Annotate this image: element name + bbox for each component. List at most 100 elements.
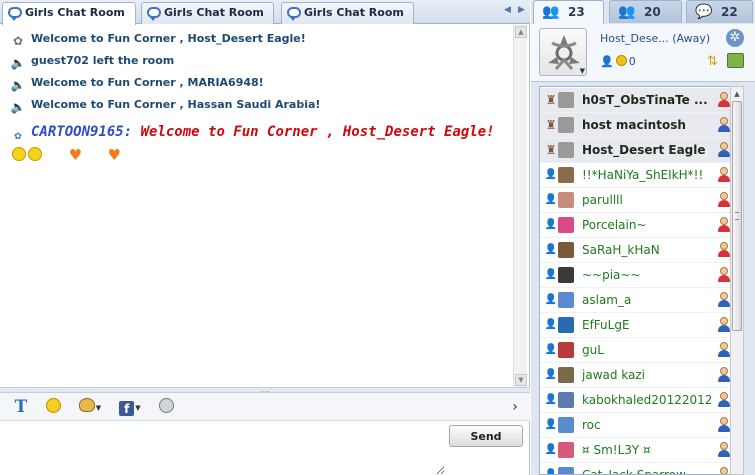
user-avatar[interactable] <box>558 392 574 408</box>
male-user-icon <box>717 117 731 133</box>
theme-button[interactable]: ▼ <box>76 397 104 417</box>
scroll-up-icon[interactable]: ▲ <box>515 26 527 38</box>
user-list: ♜ h0sT_ObsTinaTe ... ♜ host macintosh ♜ Host_… <box>539 86 738 475</box>
user-avatar[interactable] <box>558 242 574 258</box>
user-name: roc <box>582 418 601 432</box>
host-emblem-icon <box>548 35 580 70</box>
scroll-down-icon[interactable]: ▼ <box>515 374 527 386</box>
heart-icon: ♥ <box>108 145 120 166</box>
user-avatar[interactable] <box>558 217 574 233</box>
user-name: EfFuLgE <box>582 318 630 332</box>
user-icon: 👤 <box>544 194 558 205</box>
user-avatar[interactable] <box>558 167 574 183</box>
user-avatar[interactable] <box>558 267 574 283</box>
tab-scroll-right-icon[interactable]: ▶ <box>518 0 525 20</box>
avatar[interactable]: ▼ <box>539 28 587 76</box>
user-name: Cat_Jack Sparrow <box>582 468 686 475</box>
user-avatar[interactable] <box>558 442 574 458</box>
user-list-item[interactable]: 👤 !!*HaNiYa_ShEIkH*!! <box>540 163 737 188</box>
chat-bubble-icon <box>147 7 161 21</box>
system-message-text: guest702 left the room <box>31 54 175 67</box>
male-user-icon <box>717 292 731 308</box>
user-list-item[interactable]: ♜ host macintosh <box>540 113 737 138</box>
user-list-item[interactable]: 👤 EfFuLgE <box>540 313 737 338</box>
user-list-item[interactable]: 👤 jawad kazi <box>540 363 737 388</box>
user-list-item[interactable]: 👤 kabokhaled20122012 <box>540 388 737 413</box>
coin-icon <box>615 55 627 66</box>
user-avatar[interactable] <box>558 192 574 208</box>
message-scrollbar[interactable]: ▲ ▼ <box>513 25 527 387</box>
room-tab-2[interactable]: Girls Chat Room <box>141 2 274 24</box>
room-tab-label: Girls Chat Room <box>164 6 264 19</box>
user-name: guL <box>582 343 604 357</box>
user-list-item[interactable]: ♜ Host_Desert Eagle <box>540 138 737 163</box>
male-user-icon <box>717 442 731 458</box>
moderator-icon: ♜ <box>545 93 557 107</box>
user-list-item[interactable]: 👤 ¤ Sm!L3Y ¤ <box>540 438 737 463</box>
send-button[interactable]: Send <box>449 425 523 447</box>
chat-panel: Girls Chat Room Girls Chat Room Girls Ch… <box>0 0 530 475</box>
gear-icon[interactable]: ✲ <box>726 29 744 47</box>
user-icon: 👤 <box>544 319 558 330</box>
tab-room-users[interactable]: 👥 23 <box>533 0 604 24</box>
user-name: kabokhaled20122012 <box>582 393 713 407</box>
system-message: 🔈 Welcome to Fun Corner , Hassan Saudi Ar… <box>10 98 321 114</box>
female-user-icon <box>717 217 731 233</box>
room-tab-label: Girls Chat Room <box>304 6 404 19</box>
tab-private-chats[interactable]: 💬 22 <box>686 0 753 23</box>
user-name: aslam_a <box>582 293 632 307</box>
user-status-icon: ✿ <box>14 128 22 142</box>
user-avatar[interactable] <box>558 342 574 358</box>
host-icon: ✿ <box>12 34 24 48</box>
scroll-up-icon[interactable]: ▲ <box>732 88 742 100</box>
chevron-down-icon: ▼ <box>95 404 102 412</box>
emoticon-button[interactable] <box>44 397 62 417</box>
user-list-item[interactable]: ♜ h0sT_ObsTinaTe ... <box>540 88 737 113</box>
user-avatar[interactable] <box>558 467 574 474</box>
user-list-item[interactable]: 👤 Porcelain~ <box>540 213 737 238</box>
chat-username[interactable]: CARTOON9165: <box>31 124 132 140</box>
user-avatar[interactable] <box>558 142 574 158</box>
tab-friends[interactable]: 👥 20 <box>609 0 682 23</box>
user-name: parullll <box>582 193 623 207</box>
message-input[interactable] <box>0 422 445 475</box>
moderator-icon: ♜ <box>545 118 557 132</box>
user-list-item[interactable]: 👤 roc <box>540 413 737 438</box>
user-avatar[interactable] <box>558 292 574 308</box>
user-icon: 👤 <box>544 369 558 380</box>
tab-scroll-left-icon[interactable]: ◀ <box>504 0 511 20</box>
male-user-icon <box>717 392 731 408</box>
friends-icon: 👥 <box>618 4 636 20</box>
room-tab-3[interactable]: Girls Chat Room <box>281 2 414 24</box>
user-avatar[interactable] <box>558 367 574 383</box>
female-user-icon <box>717 267 731 283</box>
user-list-item[interactable]: 👤 ~~pia~~ <box>540 263 737 288</box>
tab-count: 23 <box>568 5 585 19</box>
scrollbar-thumb[interactable] <box>732 101 742 331</box>
user-name: Porcelain~ <box>582 218 647 232</box>
address-book-icon[interactable] <box>727 53 744 68</box>
room-tab-1[interactable]: Girls Chat Room <box>2 2 136 25</box>
upgrade-arrows-icon[interactable]: ⇅ <box>707 54 718 69</box>
chat-icon: 💬 <box>695 4 713 20</box>
user-list-item[interactable]: 👤 parullll <box>540 188 737 213</box>
room-tab-label: Girls Chat Room <box>25 6 125 19</box>
user-avatar[interactable] <box>558 317 574 333</box>
chevron-right-icon[interactable]: › <box>508 397 522 417</box>
user-list-item[interactable]: 👤 Cat_Jack Sparrow <box>540 463 737 475</box>
user-list-item[interactable]: 👤 SaRaH_kHaN <box>540 238 737 263</box>
facebook-icon: f <box>119 401 135 416</box>
profile-name[interactable]: Host_Dese... (Away) <box>600 32 710 45</box>
buzz-button[interactable] <box>156 397 176 417</box>
user-avatar[interactable] <box>558 92 574 108</box>
user-list-item[interactable]: 👤 aslam_a <box>540 288 737 313</box>
user-list-item[interactable]: 👤 guL <box>540 338 737 363</box>
text-format-icon[interactable]: T <box>12 397 30 417</box>
user-name: Host_Desert Eagle <box>582 143 706 157</box>
user-avatar[interactable] <box>558 117 574 133</box>
user-avatar[interactable] <box>558 417 574 433</box>
user-name: jawad kazi <box>582 368 646 382</box>
facebook-share-button[interactable]: f ▼ <box>116 397 144 417</box>
chevron-down-icon[interactable]: ▼ <box>580 67 585 75</box>
user-list-scrollbar[interactable]: ▲ <box>730 86 744 475</box>
